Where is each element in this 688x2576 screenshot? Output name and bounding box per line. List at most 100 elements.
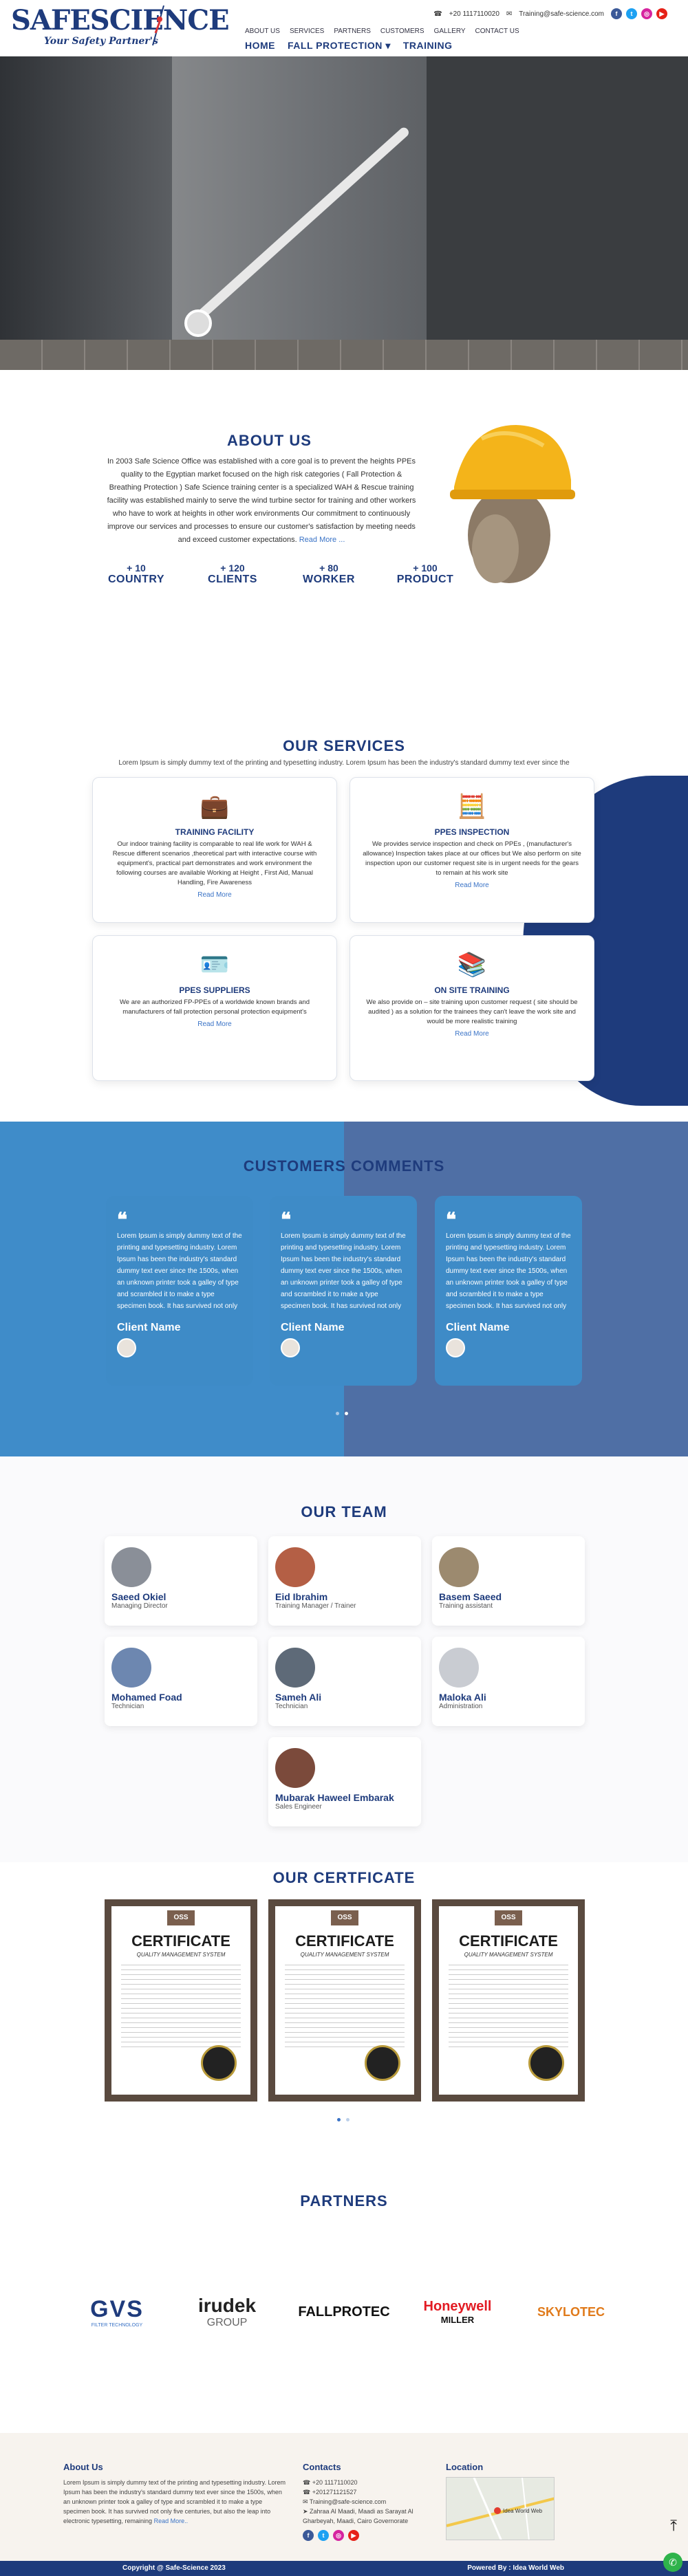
facebook-icon[interactable]: f	[303, 2530, 314, 2541]
footer-phone-row[interactable]: ☎ +20 1117110020	[303, 2478, 427, 2487]
member-role: Technician	[275, 1703, 308, 1710]
service-read-more-link[interactable]: Read More	[455, 882, 488, 889]
member-name: Eid Ibrahim	[275, 1591, 328, 1602]
footer-about-title: About Us	[63, 2462, 103, 2472]
powered-by-text[interactable]: Powered By : Idea World Web	[467, 2564, 564, 2572]
partner-logo-fallprotec[interactable]: FALLPROTEC	[296, 2291, 392, 2333]
instagram-icon[interactable]: ◎	[333, 2530, 344, 2541]
testimonial-text: Lorem Ipsum is simply dummy text of the …	[446, 1232, 571, 1310]
service-read-more-link[interactable]: Read More	[197, 891, 231, 899]
carousel-dot-active[interactable]	[337, 2118, 341, 2121]
team-member-card: Basem Saeed Training assistant	[432, 1536, 585, 1626]
partner-sub: FILTER TECHNOLOGY	[91, 2323, 143, 2328]
certificate-section: OUR CERTFICATE OSS CERTIFICATE QUALITY M…	[0, 1862, 688, 2172]
service-text: We also provide on – site training upon …	[366, 998, 578, 1025]
customers-title: CUSTOMERS COMMENTS	[243, 1157, 445, 1175]
about-read-more-link[interactable]: Read More ...	[299, 536, 345, 544]
certificate-seal-icon	[365, 2045, 400, 2081]
member-photo	[111, 1547, 151, 1587]
climber-logo-icon	[152, 6, 164, 46]
header-phone[interactable]: +20 1117110020	[449, 10, 499, 18]
service-read-more-link[interactable]: Read More	[197, 1020, 231, 1028]
certificate-card[interactable]: OSS CERTIFICATE QUALITY MANAGEMENT SYSTE…	[105, 1899, 257, 2102]
services-subtitle: Lorem Ipsum is simply dummy text of the …	[118, 759, 570, 767]
footer-location-title: Location	[446, 2462, 484, 2472]
facebook-icon[interactable]: f	[611, 8, 622, 19]
hero-crane-hub	[184, 309, 212, 337]
service-title: ON SITE TRAINING	[434, 985, 510, 995]
hero-building-shade	[0, 56, 172, 370]
certificate-card[interactable]: OSS CERTIFICATE QUALITY MANAGEMENT SYSTE…	[432, 1899, 585, 2102]
partner-logo-irudek[interactable]: irudek GROUP	[186, 2291, 268, 2333]
partner-logo-honeywell[interactable]: Honeywell MILLER	[413, 2291, 502, 2333]
nav-gallery[interactable]: GALLERY	[434, 28, 466, 35]
member-photo	[275, 1547, 315, 1587]
nav-customers[interactable]: CUSTOMERS	[380, 28, 424, 35]
partners-title: PARTNERS	[300, 2192, 388, 2209]
team-member-card: Eid Ibrahim Training Manager / Trainer	[268, 1536, 421, 1626]
footer-email-row[interactable]: ✉ Training@safe-science.com	[303, 2497, 427, 2507]
quote-icon: ❝	[281, 1209, 292, 1230]
footer-address-row: ➤ Zahraa Al Maadi, Maadi as Sarayat Al G…	[303, 2507, 427, 2526]
member-photo	[275, 1748, 315, 1788]
nav-contact-us[interactable]: CONTACT US	[475, 28, 519, 35]
nav-about-us[interactable]: ABOUT US	[245, 28, 280, 35]
twitter-icon[interactable]: t	[626, 8, 637, 19]
youtube-icon[interactable]: ▶	[348, 2530, 359, 2541]
service-card-ppes-suppliers: 🪪 PPES SUPPLIERS We are an authorized FP…	[92, 935, 337, 1081]
twitter-icon[interactable]: t	[318, 2530, 329, 2541]
hero-banner	[0, 56, 688, 370]
footer-phone-row[interactable]: ☎ +201271121527	[303, 2487, 427, 2497]
stat-number: + 120	[220, 563, 245, 574]
certificate-card[interactable]: OSS CERTIFICATE QUALITY MANAGEMENT SYSTE…	[268, 1899, 421, 2102]
member-name: Sameh Ali	[275, 1692, 322, 1703]
main-nav: HOME FALL PROTECTION ▾ TRAINING	[245, 40, 453, 52]
member-name: Mubarak Haweel Embarak	[275, 1792, 394, 1803]
partner-logo-gvs[interactable]: GVS FILTER TECHNOLOGY	[76, 2291, 158, 2333]
top-nav: ABOUT US SERVICES PARTNERS CUSTOMERS GAL…	[245, 28, 519, 35]
partner-sub: MILLER	[440, 2315, 475, 2325]
mail-icon: ✉	[303, 2498, 310, 2505]
back-to-top-arrow-icon[interactable]: ⤒	[670, 2517, 677, 2535]
service-read-more-link[interactable]: Read More	[455, 1030, 488, 1038]
about-section: ABOUT US In 2003 Safe Science Office was…	[0, 370, 688, 734]
youtube-icon[interactable]: ▶	[656, 8, 667, 19]
phone-icon: ☎	[433, 10, 442, 18]
nav-partners[interactable]: PARTNERS	[334, 28, 371, 35]
site-footer: About Us Lorem Ipsum is simply dummy tex…	[0, 2433, 688, 2576]
carousel-dot-active[interactable]	[345, 1412, 348, 1415]
site-logo[interactable]: SAFESCIENCE Your Safety Partner's	[11, 6, 230, 54]
team-member-card: Mohamed Foad Technician	[105, 1637, 257, 1726]
client-avatar	[446, 1338, 465, 1357]
partner-name: irudek	[197, 2295, 257, 2316]
partner-name: SKYLOTEC	[537, 2304, 605, 2319]
site-header: SAFESCIENCE Your Safety Partner's ABOUT …	[0, 0, 688, 56]
footer-contacts: Contacts ☎ +20 1117110020 ☎ +20127112152…	[303, 2462, 427, 2541]
partner-logo-skylotec[interactable]: SKYLOTEC	[523, 2291, 619, 2333]
member-role: Training Manager / Trainer	[275, 1602, 356, 1610]
partners-section: PARTNERS GVS FILTER TECHNOLOGY irudek GR…	[0, 2172, 688, 2433]
books-icon: 📚	[457, 952, 487, 978]
nav-services[interactable]: SERVICES	[290, 28, 324, 35]
footer-read-more-link[interactable]: Read More..	[154, 2518, 189, 2524]
social-links: f t ◎ ▶	[611, 8, 667, 19]
testimonial-card: ❝ Lorem Ipsum is simply dummy text of th…	[270, 1196, 417, 1386]
oss-logo: OSS	[167, 1910, 195, 1925]
carousel-dot[interactable]	[346, 2118, 350, 2121]
nav-fall-protection[interactable]: FALL PROTECTION ▾	[288, 40, 391, 52]
nav-home[interactable]: HOME	[245, 40, 275, 52]
hero-photo-strip	[0, 340, 688, 370]
header-email[interactable]: Training@safe-science.com	[519, 10, 604, 18]
testimonial-text: Lorem Ipsum is simply dummy text of the …	[117, 1232, 242, 1310]
member-role: Managing Director	[111, 1602, 168, 1610]
nav-training[interactable]: TRAINING	[403, 40, 453, 52]
partner-name: Honeywell	[423, 2299, 492, 2314]
location-map[interactable]: Idea World Web	[446, 2477, 555, 2540]
carousel-dot[interactable]	[336, 1412, 339, 1415]
member-photo	[439, 1547, 479, 1587]
instagram-icon[interactable]: ◎	[641, 8, 652, 19]
whatsapp-icon[interactable]: ✆	[663, 2553, 682, 2572]
stats-row: + 10 COUNTRY + 120 CLIENTS + 80 WORKER + 10…	[103, 563, 458, 586]
hero-street	[427, 56, 688, 370]
member-name: Maloka Ali	[439, 1692, 486, 1703]
